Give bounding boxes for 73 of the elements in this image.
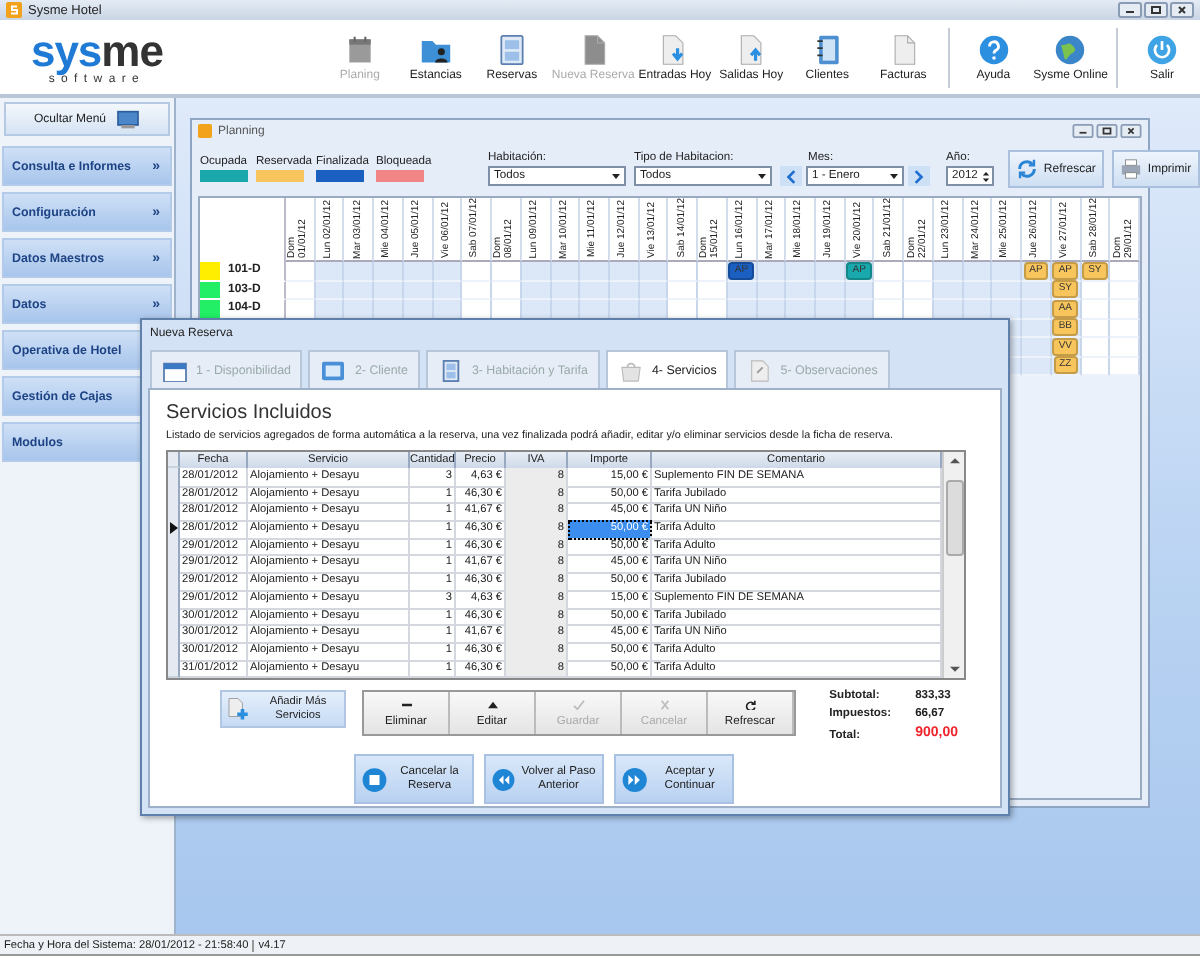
grid-cell[interactable] bbox=[1081, 300, 1111, 319]
globe-icon bbox=[1054, 33, 1087, 65]
grid-cell[interactable] bbox=[992, 300, 1023, 319]
next-month-button[interactable] bbox=[908, 166, 930, 186]
check-icon bbox=[571, 699, 585, 709]
grid-cell[interactable] bbox=[1110, 300, 1140, 319]
monitor-icon bbox=[116, 109, 140, 129]
row-header[interactable] bbox=[168, 520, 180, 540]
grid-cell[interactable] bbox=[462, 262, 493, 281]
document-icon bbox=[746, 359, 773, 381]
chevron-right-icon bbox=[914, 169, 924, 183]
grid-cell[interactable] bbox=[1110, 338, 1140, 357]
caret-icon bbox=[756, 170, 768, 182]
close-icon[interactable] bbox=[1170, 2, 1194, 18]
refresh-icon bbox=[1015, 158, 1038, 180]
scrollbar[interactable] bbox=[942, 452, 964, 678]
close-icon[interactable] bbox=[1120, 124, 1142, 138]
printer-icon bbox=[1119, 158, 1142, 180]
grid-cell[interactable] bbox=[1022, 338, 1052, 357]
grid-cell[interactable] bbox=[933, 262, 964, 281]
grid-cell[interactable] bbox=[609, 262, 640, 281]
grid-cell[interactable] bbox=[492, 262, 522, 281]
spinner-arrows-icon bbox=[981, 169, 990, 183]
grid-cell[interactable] bbox=[668, 262, 699, 281]
bag-icon bbox=[617, 359, 644, 381]
cabinet-icon bbox=[437, 359, 464, 381]
row-pointer-icon bbox=[169, 522, 177, 535]
cross-icon bbox=[657, 699, 671, 709]
refresh-icon bbox=[743, 699, 757, 709]
grid-cell[interactable] bbox=[1022, 300, 1052, 319]
document-arrow-icon bbox=[735, 33, 768, 65]
grid-cell[interactable] bbox=[551, 262, 581, 281]
grid-cell[interactable] bbox=[874, 262, 905, 281]
grid-cell[interactable] bbox=[816, 262, 846, 281]
document-plus-icon bbox=[226, 694, 250, 724]
chevron-left-icon bbox=[786, 169, 796, 183]
grid-cell[interactable] bbox=[639, 262, 669, 281]
grid-cell[interactable] bbox=[698, 262, 728, 281]
grid-cell[interactable] bbox=[315, 262, 345, 281]
grid-cell[interactable] bbox=[904, 262, 934, 281]
caret-icon bbox=[888, 170, 900, 182]
grid-cell[interactable] bbox=[757, 262, 787, 281]
previous-month-button[interactable] bbox=[780, 166, 802, 186]
power-icon bbox=[1146, 33, 1178, 65]
notebook-icon bbox=[811, 33, 844, 65]
header-corner bbox=[168, 452, 180, 468]
grid-cell[interactable] bbox=[1110, 262, 1140, 281]
grid-cell[interactable] bbox=[344, 262, 375, 281]
minimize-icon[interactable] bbox=[1118, 2, 1142, 18]
grid-cell[interactable] bbox=[786, 262, 817, 281]
help-icon bbox=[977, 33, 1010, 65]
grid-cell[interactable] bbox=[521, 262, 552, 281]
scroll-up-icon bbox=[949, 456, 959, 464]
scroll-down-icon bbox=[949, 666, 959, 674]
up-arrow-icon bbox=[485, 699, 499, 709]
grid-cell[interactable] bbox=[580, 262, 610, 281]
grid-cell[interactable] bbox=[433, 262, 463, 281]
section-heading: Servicios Incluidos bbox=[166, 402, 334, 424]
grid-cell[interactable] bbox=[286, 262, 316, 281]
grid-cell[interactable] bbox=[374, 262, 404, 281]
grid-cell[interactable] bbox=[403, 262, 434, 281]
cabinet-icon bbox=[495, 33, 528, 65]
minus-icon bbox=[399, 699, 413, 709]
grid-cell[interactable] bbox=[963, 262, 993, 281]
maximize-icon[interactable] bbox=[1096, 124, 1118, 138]
calendar-icon bbox=[162, 359, 188, 381]
restore-icon[interactable] bbox=[1144, 2, 1168, 18]
grid-cell[interactable] bbox=[992, 262, 1023, 281]
caret-icon bbox=[610, 170, 622, 182]
card-icon bbox=[320, 359, 347, 381]
app-icon bbox=[198, 124, 212, 138]
grid-cell[interactable] bbox=[1081, 338, 1111, 357]
calendar-icon bbox=[343, 33, 376, 65]
